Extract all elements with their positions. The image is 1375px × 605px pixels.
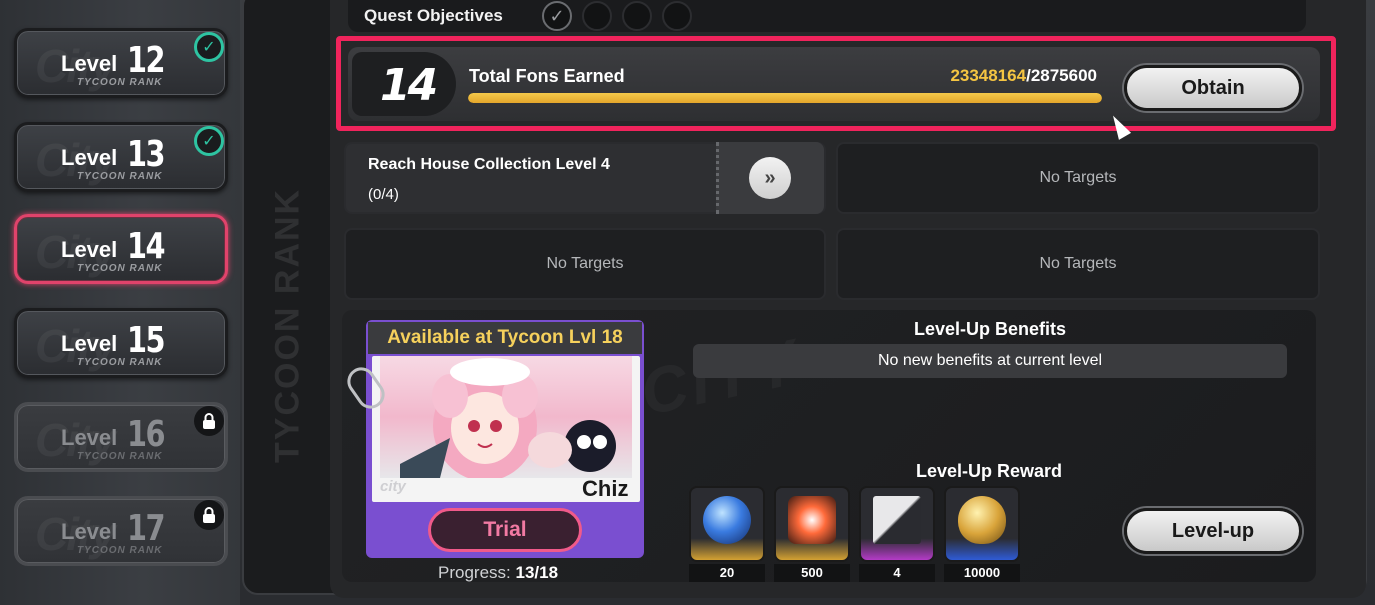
reward-item-2[interactable] <box>774 486 850 562</box>
target-empty-2: No Targets <box>836 142 1320 214</box>
objective-check-icon: ✓ <box>542 1 572 31</box>
reward-item-1[interactable] <box>689 486 765 562</box>
target-text: Reach House Collection Level 4 <box>368 156 610 173</box>
rank-label: TYCOON RANK <box>77 545 163 556</box>
check-icon: ✓ <box>194 126 224 156</box>
objective-empty-icon <box>582 1 612 31</box>
level-label: Level <box>61 331 118 356</box>
rank-label: TYCOON RANK <box>77 77 163 88</box>
lock-icon <box>194 406 224 436</box>
tycoon-rank-side-label: TYCOON RANK <box>268 187 307 463</box>
level-number: 16 <box>127 414 165 455</box>
character-name: Chiz <box>582 476 629 501</box>
objective-empty-icon <box>622 1 652 31</box>
character-illustration <box>380 356 632 481</box>
level-label: Level <box>61 51 118 76</box>
target-empty-4: No Targets <box>836 228 1320 300</box>
reward-count: 500 <box>774 564 850 582</box>
reward-item-4[interactable] <box>944 486 1020 562</box>
level-number: 15 <box>127 320 165 361</box>
reward-count: 10000 <box>944 564 1020 582</box>
target-empty-3: No Targets <box>344 228 826 300</box>
blue-orb-icon <box>703 496 751 544</box>
level-number: 12 <box>127 40 165 81</box>
reward-item-3[interactable] <box>859 486 935 562</box>
level-label: Level <box>61 145 118 170</box>
benefits-text: No new benefits at current level <box>693 344 1287 378</box>
objective-empty-icon <box>662 1 692 31</box>
objectives-title: Quest Objectives <box>364 6 503 25</box>
level-card-14[interactable]: City Level 14 TYCOON RANK <box>14 214 228 284</box>
hunter-badge-icon <box>788 496 836 544</box>
progress-label: Progress: <box>438 563 511 582</box>
rank-label: TYCOON RANK <box>77 451 163 462</box>
city-logo: city <box>380 478 406 495</box>
level-number: 13 <box>127 134 165 175</box>
reward-count: 20 <box>689 564 765 582</box>
character-progress: Progress: 13/18 <box>438 563 558 583</box>
level-number: 17 <box>127 508 165 549</box>
reward-title: Level-Up Reward <box>916 461 1063 481</box>
level-card-15[interactable]: City Level 15 TYCOON RANK <box>14 308 228 378</box>
card-pack-icon <box>873 496 921 544</box>
level-up-button[interactable]: Level-up <box>1124 508 1302 554</box>
level-label: Level <box>61 237 118 262</box>
check-icon: ✓ <box>194 32 224 62</box>
level-number: 14 <box>127 226 165 267</box>
progress-value: 13/18 <box>515 563 559 582</box>
rank-label: TYCOON RANK <box>77 357 163 368</box>
benefits-title: Level-Up Benefits <box>914 319 1067 339</box>
lock-icon <box>194 500 224 530</box>
rank-label: TYCOON RANK <box>77 263 163 274</box>
go-arrow-button[interactable]: » <box>749 157 791 199</box>
highlight-frame <box>336 36 1336 131</box>
character-unlock-header: Available at Tycoon Lvl 18 <box>368 322 642 354</box>
rank-label: TYCOON RANK <box>77 171 163 182</box>
reward-count: 4 <box>859 564 935 582</box>
trial-button[interactable]: Trial <box>428 508 582 552</box>
golden-egg-icon <box>958 496 1006 544</box>
level-label: Level <box>61 519 118 544</box>
target-count: (0/4) <box>368 186 399 203</box>
level-label: Level <box>61 425 118 450</box>
